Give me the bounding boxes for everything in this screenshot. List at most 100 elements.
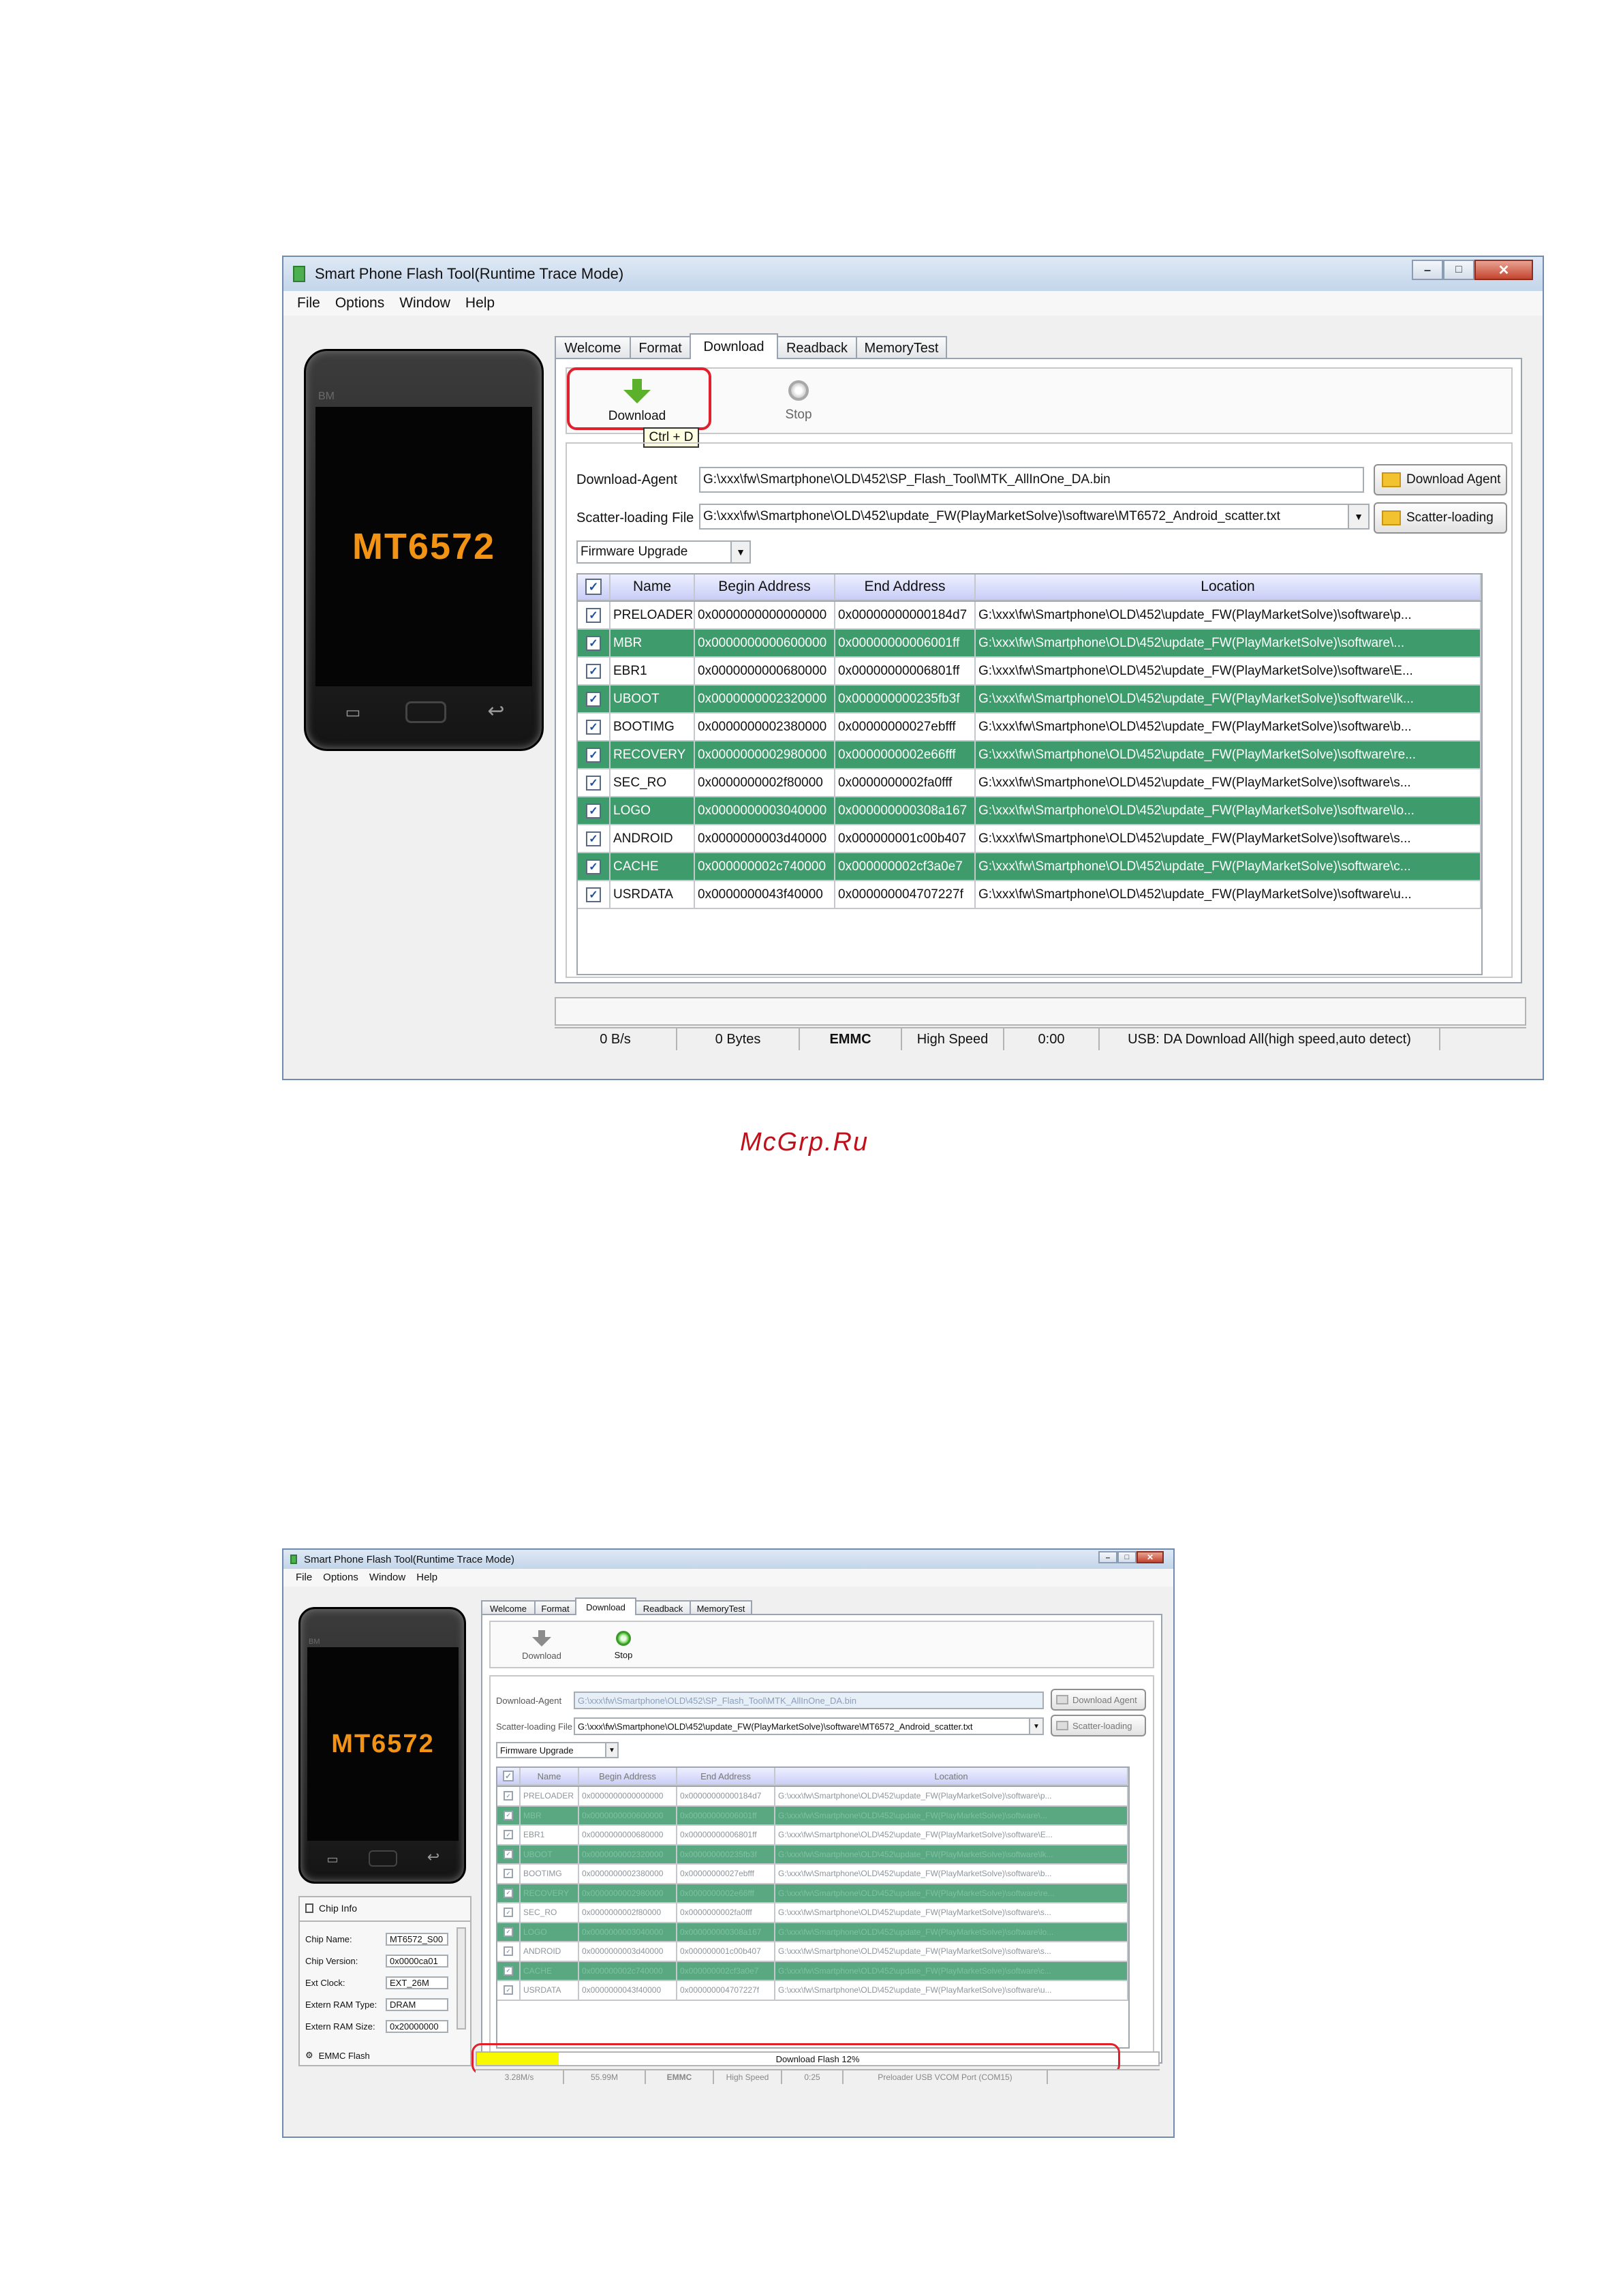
close-button[interactable]: ✕	[1137, 1551, 1164, 1563]
download-agent-input[interactable]: G:\xxx\fw\Smartphone\OLD\452\SP_Flash_To…	[699, 467, 1364, 493]
menu-window[interactable]: Window	[369, 1572, 405, 1587]
stop-button[interactable]: Stop	[751, 373, 846, 430]
tab-readback[interactable]: Readback	[777, 336, 857, 359]
table-row[interactable]: ✓ EBR1 0x0000000000680000 0x00000000006801f…	[497, 1826, 1128, 1846]
table-row[interactable]: ✓ RECOVERY 0x0000000002980000 0x0000000002e…	[578, 741, 1481, 769]
row-checkbox[interactable]: ✓	[586, 719, 601, 735]
scatter-file-select[interactable]: G:\xxx\fw\Smartphone\OLD\452\update_FW(P…	[699, 504, 1370, 530]
row-checkbox[interactable]: ✓	[586, 635, 601, 651]
row-checkbox[interactable]: ✓	[586, 607, 601, 623]
location-cell: G:\xxx\fw\Smartphone\OLD\452\update_FW(P…	[976, 797, 1481, 825]
minimize-button[interactable]: –	[1098, 1551, 1117, 1563]
table-row[interactable]: ✓ PRELOADER 0x0000000000000000 0x0000000000…	[497, 1787, 1128, 1807]
tab-format[interactable]: Format	[630, 336, 691, 359]
menu-options[interactable]: Options	[335, 295, 384, 316]
chevron-down-icon[interactable]: ▼	[730, 542, 749, 562]
column-end-address[interactable]: End Address	[835, 575, 976, 600]
chevron-down-icon[interactable]: ▼	[605, 1743, 617, 1757]
download-agent-button[interactable]: Download Agent	[1051, 1689, 1146, 1711]
row-checkbox[interactable]: ✓	[586, 831, 601, 846]
tab-welcome[interactable]: Welcome	[555, 336, 631, 359]
table-row[interactable]: ✓ BOOTIMG 0x0000000002380000 0x00000000027e…	[497, 1865, 1128, 1884]
table-row[interactable]: ✓ RECOVERY 0x0000000002980000 0x0000000002e…	[497, 1884, 1128, 1903]
table-row[interactable]: ✓ ANDROID 0x0000000003d40000 0x000000001c00…	[578, 825, 1481, 853]
column-location[interactable]: Location	[775, 1768, 1128, 1786]
table-row[interactable]: ✓ MBR 0x0000000000600000 0x00000000006001ff…	[578, 630, 1481, 658]
scatter-loading-button[interactable]: Scatter-loading	[1374, 502, 1507, 534]
table-row[interactable]: ✓ LOGO 0x0000000003040000 0x000000000308a16…	[578, 797, 1481, 825]
row-checkbox[interactable]: ✓	[504, 1888, 513, 1898]
chevron-down-icon[interactable]: ▼	[1348, 505, 1368, 528]
table-row[interactable]: ✓ USRDATA 0x0000000043f40000 0x000000004707…	[578, 881, 1481, 909]
row-checkbox[interactable]: ✓	[504, 1791, 513, 1801]
table-row[interactable]: ✓ EBR1 0x0000000000680000 0x00000000006801f…	[578, 658, 1481, 686]
table-row[interactable]: ✓ MBR 0x0000000000600000 0x00000000006001ff…	[497, 1806, 1128, 1826]
row-checkbox[interactable]: ✓	[504, 1869, 513, 1879]
maximize-button[interactable]: □	[1443, 260, 1474, 280]
tab-download[interactable]: Download	[575, 1597, 636, 1615]
menu-window[interactable]: Window	[399, 295, 450, 316]
row-checkbox[interactable]: ✓	[504, 1908, 513, 1918]
row-checkbox[interactable]: ✓	[586, 859, 601, 874]
row-checkbox[interactable]: ✓	[504, 1965, 513, 1976]
column-name[interactable]: Name	[610, 575, 695, 600]
menu-file[interactable]: File	[296, 1572, 312, 1587]
location-cell: G:\xxx\fw\Smartphone\OLD\452\update_FW(P…	[775, 1903, 1128, 1923]
chip-info-scrollbar[interactable]	[457, 1927, 466, 2030]
row-checkbox[interactable]: ✓	[586, 691, 601, 707]
row-checkbox[interactable]: ✓	[504, 1849, 513, 1859]
column-location[interactable]: Location	[976, 575, 1481, 600]
minimize-button[interactable]: –	[1412, 260, 1443, 280]
table-row[interactable]: ✓ CACHE 0x000000002c740000 0x000000002cf3a0…	[578, 853, 1481, 881]
row-checkbox[interactable]: ✓	[504, 1830, 513, 1840]
table-row[interactable]: ✓ LOGO 0x0000000003040000 0x000000000308a16…	[497, 1923, 1128, 1942]
table-row[interactable]: ✓ UBOOT 0x0000000002320000 0x000000000235fb…	[578, 686, 1481, 714]
table-row[interactable]: ✓ SEC_RO 0x0000000002f80000 0x0000000002fa0…	[578, 769, 1481, 797]
mode-select[interactable]: Firmware Upgrade ▼	[496, 1742, 619, 1758]
column-begin-address[interactable]: Begin Address	[579, 1768, 677, 1786]
mode-select[interactable]: Firmware Upgrade ▼	[576, 540, 751, 564]
row-checkbox[interactable]: ✓	[586, 887, 601, 902]
chip-info-header[interactable]: Chip Info	[305, 1903, 357, 1914]
tab-readback[interactable]: Readback	[635, 1600, 691, 1615]
menu-help[interactable]: Help	[416, 1572, 437, 1587]
table-row[interactable]: ✓ PRELOADER 0x0000000000000000 0x0000000000…	[578, 602, 1481, 630]
row-checkbox[interactable]: ✓	[504, 1927, 513, 1937]
table-row[interactable]: ✓ CACHE 0x000000002c740000 0x000000002cf3a0…	[497, 1961, 1128, 1981]
tab-download[interactable]: Download	[690, 333, 778, 359]
tab-memorytest[interactable]: MemoryTest	[856, 336, 947, 359]
emmc-flash-header[interactable]: ⚙ EMMC Flash	[305, 2050, 370, 2061]
tab-memorytest[interactable]: MemoryTest	[690, 1600, 752, 1615]
chevron-down-icon[interactable]: ▼	[1029, 1719, 1042, 1734]
row-checkbox[interactable]: ✓	[504, 1810, 513, 1820]
scatter-loading-button[interactable]: Scatter-loading	[1051, 1715, 1146, 1736]
tab-format[interactable]: Format	[534, 1600, 576, 1615]
menu-help[interactable]: Help	[465, 295, 495, 316]
column-name[interactable]: Name	[521, 1768, 579, 1786]
row-checkbox[interactable]: ✓	[586, 747, 601, 763]
maximize-button[interactable]: □	[1117, 1551, 1137, 1563]
row-checkbox[interactable]: ✓	[504, 1985, 513, 1995]
table-row[interactable]: ✓ SEC_RO 0x0000000002f80000 0x0000000002fa0…	[497, 1903, 1128, 1923]
row-checkbox[interactable]: ✓	[504, 1946, 513, 1957]
menu-file[interactable]: File	[297, 295, 320, 316]
download-button[interactable]: Download	[504, 1623, 579, 1667]
column-end-address[interactable]: End Address	[677, 1768, 775, 1786]
download-agent-button[interactable]: Download Agent	[1374, 464, 1507, 495]
tab-welcome[interactable]: Welcome	[481, 1600, 536, 1615]
row-checkbox[interactable]: ✓	[586, 775, 601, 791]
select-all-checkbox[interactable]: ✓	[503, 1771, 514, 1781]
close-button[interactable]: ✕	[1474, 260, 1533, 280]
row-checkbox[interactable]: ✓	[586, 803, 601, 818]
table-row[interactable]: ✓ USRDATA 0x0000000043f40000 0x000000004707…	[497, 1981, 1128, 2001]
table-row[interactable]: ✓ ANDROID 0x0000000003d40000 0x000000001c00…	[497, 1942, 1128, 1962]
table-row[interactable]: ✓ BOOTIMG 0x0000000002380000 0x00000000027e…	[578, 714, 1481, 741]
column-begin-address[interactable]: Begin Address	[695, 575, 835, 600]
row-checkbox[interactable]: ✓	[586, 663, 601, 679]
stop-button[interactable]: Stop	[586, 1623, 661, 1667]
menu-options[interactable]: Options	[323, 1572, 358, 1587]
select-all-checkbox[interactable]: ✓	[585, 579, 602, 595]
scatter-file-select[interactable]: G:\xxx\fw\Smartphone\OLD\452\update_FW(P…	[574, 1717, 1044, 1735]
table-row[interactable]: ✓ UBOOT 0x0000000002320000 0x000000000235fb…	[497, 1845, 1128, 1865]
download-agent-input[interactable]: G:\xxx\fw\Smartphone\OLD\452\SP_Flash_To…	[574, 1692, 1044, 1709]
